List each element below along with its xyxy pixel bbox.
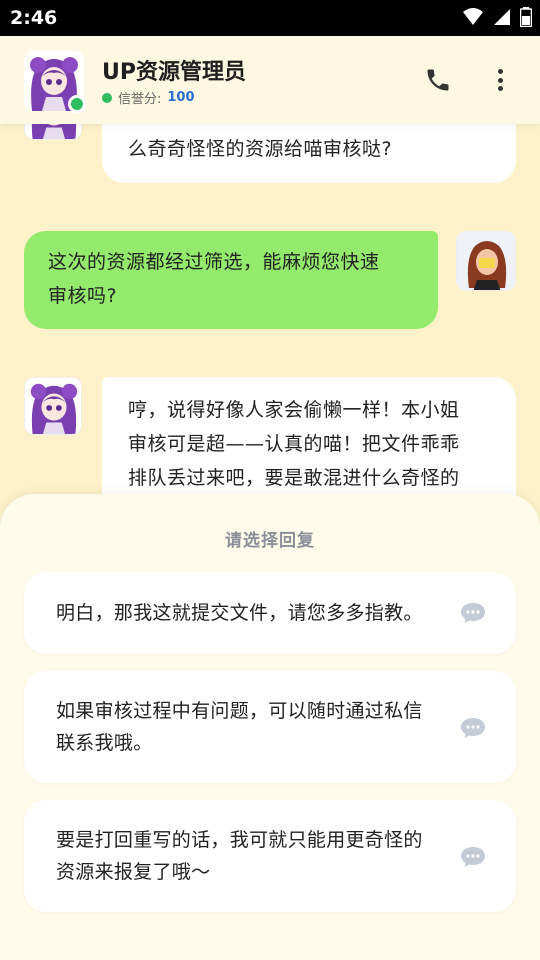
user-avatar-icon [457, 232, 515, 290]
reply-option-text-line: 资源来报复了哦～ [56, 861, 211, 883]
reply-option-text-line: 如果审核过程中有问题，可以随时通过私信 [56, 700, 423, 722]
status-bar: 2:46 [0, 0, 540, 36]
message-text: 么奇奇怪怪的资源给喵审核哒? [128, 138, 393, 160]
chat-area[interactable]: 么奇奇怪怪的资源给喵审核哒? 这次的资源都经过筛选，能麻烦您快速 审核吗? 哼，… [0, 124, 540, 524]
contact-avatar[interactable] [24, 51, 86, 113]
reply-option[interactable]: 如果审核过程中有问题，可以随时通过私信 联系我哦。 [24, 671, 516, 783]
credit-value: 100 [167, 90, 195, 105]
status-time: 2:46 [10, 7, 58, 29]
signal-icon [494, 9, 510, 25]
more-vert-icon [497, 69, 503, 74]
reply-selection-sheet: 请选择回复 明白，那我这就提交文件，请您多多指教。 如果审核过程中有问题，可以随… [0, 494, 540, 960]
reply-option-text-line: 要是打回重写的话，我可就只能用更奇怪的 [56, 829, 423, 851]
reply-option[interactable]: 要是打回重写的话，我可就只能用更奇怪的 资源来报复了哦～ [24, 800, 516, 912]
online-indicator [102, 92, 112, 103]
bot-avatar [24, 124, 82, 140]
credit-score: 信誉分: 100 [102, 88, 195, 107]
user-avatar [456, 231, 516, 291]
message-text-line: 排队丢过来吧，要是敢混进什么奇怪的 [128, 467, 460, 489]
chat-bubble-icon [461, 603, 485, 623]
reply-option-text-line: 联系我哦。 [56, 732, 153, 754]
battery-icon [520, 7, 532, 27]
user-message-bubble: 这次的资源都经过筛选，能麻烦您快速 审核吗? [24, 231, 438, 329]
chat-bubble-icon [461, 847, 485, 867]
message-text-line: 审核可是超——认真的喵！把文件乖乖 [128, 433, 460, 455]
sheet-title: 请选择回复 [225, 531, 315, 551]
message-text-line: 哼，说得好像人家会偷懒一样！本小姐 [128, 399, 460, 421]
reply-option-text: 明白，那我这就提交文件，请您多多指教。 [56, 602, 423, 624]
anime-girl-avatar-icon [25, 124, 81, 139]
more-options-button[interactable] [490, 66, 510, 94]
call-button[interactable] [424, 66, 452, 94]
anime-girl-avatar-icon [25, 378, 81, 434]
message-text-line: 审核吗? [48, 285, 118, 307]
credit-label: 信誉分: [118, 92, 162, 107]
wifi-icon [463, 8, 483, 25]
message-text-line: 这次的资源都经过筛选，能麻烦您快速 [48, 251, 380, 273]
online-status-dot [68, 95, 86, 113]
phone-icon [427, 69, 449, 91]
reply-option[interactable]: 明白，那我这就提交文件，请您多多指教。 [24, 572, 516, 654]
chat-header: UP资源管理员 信誉分: 100 [0, 36, 540, 124]
chat-bubble-icon [461, 718, 485, 738]
bot-message-bubble: 么奇奇怪怪的资源给喵审核哒? [102, 124, 516, 183]
bot-avatar [24, 377, 82, 435]
chat-title: UP资源管理员 [102, 60, 246, 85]
